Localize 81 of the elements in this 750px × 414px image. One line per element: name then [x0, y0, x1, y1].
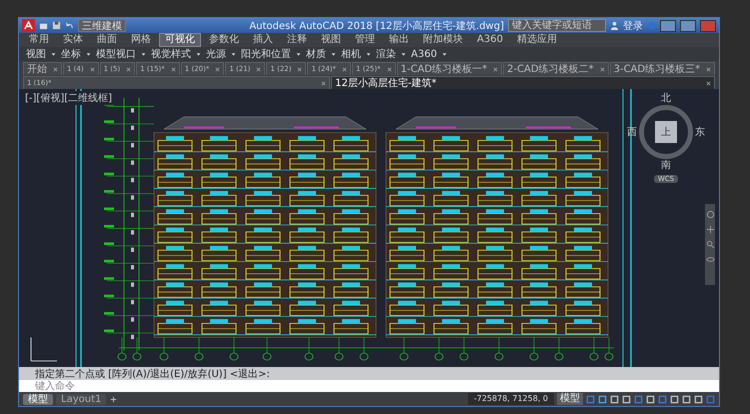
login-link[interactable]: 登录	[623, 18, 643, 32]
ribbon-tab[interactable]: 附加模块	[417, 33, 469, 47]
ribbon-tab[interactable]: 视图	[315, 33, 347, 47]
close-icon[interactable]	[53, 66, 58, 72]
panel-menu[interactable]: 视图	[23, 47, 49, 61]
panel-menu[interactable]: 材质	[303, 47, 329, 61]
layout-tab[interactable]: 模型	[23, 394, 53, 404]
compass-label: 南	[661, 160, 671, 171]
pan-icon[interactable]	[706, 225, 714, 234]
maximize-button[interactable]	[680, 20, 696, 32]
ribbon-tab[interactable]: A360	[471, 33, 509, 47]
cube-face[interactable]: 上	[655, 121, 677, 143]
ribbon-tab[interactable]: 参数化	[203, 33, 245, 47]
ribbon-tab[interactable]: 管理	[349, 33, 381, 47]
close-icon[interactable]	[706, 66, 712, 72]
close-icon[interactable]	[600, 66, 605, 72]
caret-icon[interactable]	[442, 52, 447, 56]
ribbon-tab[interactable]: 插入	[247, 33, 279, 47]
close-button[interactable]	[700, 20, 716, 32]
close-icon[interactable]	[90, 66, 95, 72]
command-history: 指定第二个点或 [阵列(A)/退出(E)/放弃(U)] <退出>:	[19, 367, 719, 380]
caret-icon[interactable]	[401, 52, 406, 56]
ribbon-tab[interactable]: 网格	[125, 33, 157, 47]
ribbon-tab[interactable]: 常用	[23, 33, 55, 47]
minimize-button[interactable]	[660, 20, 676, 32]
coordinates-readout: -725878, 71258, 0	[468, 393, 554, 405]
caret-icon[interactable]	[86, 52, 91, 56]
caret-icon[interactable]	[296, 52, 301, 56]
undo-icon[interactable]	[65, 21, 74, 30]
close-icon[interactable]	[170, 66, 176, 72]
panel-menu[interactable]: 视觉样式	[148, 47, 194, 61]
panel-menu[interactable]: 坐标	[58, 47, 84, 61]
compass-label: 北	[661, 93, 671, 104]
steering-wheel-icon[interactable]	[706, 210, 714, 219]
close-icon[interactable]	[493, 66, 498, 72]
close-icon[interactable]	[215, 66, 220, 72]
caret-icon[interactable]	[196, 52, 201, 56]
orbit-icon[interactable]	[706, 255, 714, 264]
close-icon[interactable]	[126, 66, 132, 72]
close-icon[interactable]	[256, 66, 262, 72]
caret-icon[interactable]	[331, 52, 336, 56]
command-input[interactable]: 键入命令	[19, 380, 719, 392]
caret-icon[interactable]	[51, 52, 56, 56]
close-icon[interactable]	[297, 66, 302, 72]
ucs-icon	[30, 336, 58, 362]
file-tab[interactable]: 1-CAD练习楼板一*	[396, 62, 502, 75]
caret-icon[interactable]	[366, 52, 371, 56]
ribbon-tab[interactable]: 注释	[281, 33, 313, 47]
window-title: Autodesk AutoCAD 2018 [12层小高层住宅-建筑.dwg]	[249, 20, 504, 32]
user-icon[interactable]	[610, 21, 619, 30]
panel-menu[interactable]: 阳光和位置	[238, 47, 294, 61]
ribbon-tab[interactable]: 曲面	[91, 33, 123, 47]
ribbon-tab[interactable]: 可视化	[159, 33, 201, 47]
caret-icon[interactable]	[231, 52, 236, 56]
save-icon[interactable]	[52, 21, 61, 30]
zoom-icon[interactable]	[706, 240, 714, 249]
panel-menu[interactable]: 模型视口	[93, 47, 139, 61]
file-tab[interactable]: 2-CAD练习楼板二*	[503, 62, 609, 75]
model-space-toggle[interactable]: 模型	[557, 393, 583, 405]
close-icon[interactable]	[386, 66, 392, 72]
viewport-label[interactable]: [-][俯视][二维线框]	[23, 91, 114, 105]
panel-menu[interactable]: 相机	[338, 47, 364, 61]
close-icon[interactable]	[342, 66, 348, 72]
panel-menu[interactable]: 渲染	[373, 47, 399, 61]
file-tab[interactable]: 3-CAD练习楼板三*	[610, 62, 716, 75]
app-logo-icon[interactable]	[22, 19, 35, 32]
file-tab[interactable]: 12层小高层住宅-建筑*	[331, 76, 715, 89]
close-icon[interactable]	[321, 80, 326, 86]
workspace-dropdown[interactable]: 三维建模	[78, 19, 126, 32]
panel-menu[interactable]: A360	[408, 48, 440, 60]
caret-icon[interactable]	[141, 52, 146, 56]
layout-tab[interactable]: Layout1	[56, 394, 106, 404]
compass-label: 东	[695, 126, 705, 138]
ribbon-tab[interactable]: 实体	[57, 33, 89, 47]
add-icon[interactable]	[109, 394, 118, 404]
ribbon-tab[interactable]: 精选应用	[510, 33, 563, 47]
file-tab[interactable]: 开始	[23, 62, 62, 75]
panel-menu[interactable]: 光源	[203, 47, 229, 61]
close-icon[interactable]	[706, 80, 711, 86]
ribbon-tab[interactable]: 输出	[383, 33, 415, 47]
compass-ring[interactable]: 上	[639, 105, 693, 159]
